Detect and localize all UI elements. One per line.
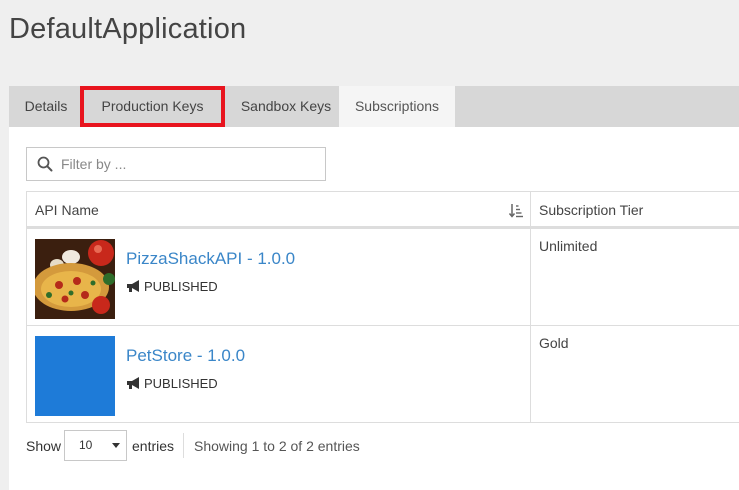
search-icon xyxy=(37,156,53,172)
divider xyxy=(183,433,184,458)
entries-label: entries xyxy=(132,438,175,454)
table-footer: Show 10 entries Showing 1 to 2 of 2 entr… xyxy=(26,430,726,462)
api-name-link[interactable]: PetStore - 1.0.0 xyxy=(126,346,245,366)
sort-icon[interactable] xyxy=(509,203,523,218)
status-label: PUBLISHED xyxy=(126,279,218,294)
table-info: Showing 1 to 2 of 2 entries xyxy=(194,438,360,454)
status-label: PUBLISHED xyxy=(126,376,218,391)
subscription-tier: Unlimited xyxy=(530,229,739,325)
tab-subscriptions[interactable]: Subscriptions xyxy=(339,86,455,127)
page-size-value: 10 xyxy=(79,438,93,452)
table-header: API Name Subscription Tier xyxy=(26,192,739,229)
status-text: PUBLISHED xyxy=(144,279,218,294)
megaphone-icon xyxy=(127,280,139,292)
search-box xyxy=(26,147,326,181)
show-label: Show xyxy=(26,438,62,454)
page-size-select[interactable]: 10 xyxy=(64,430,127,461)
subscriptions-panel: API Name Subscription Tier xyxy=(9,127,739,490)
megaphone-icon xyxy=(127,377,139,389)
table-row: PizzaShackAPI - 1.0.0 PUBLISHED Unlimite… xyxy=(26,229,739,326)
column-header-subscription-tier[interactable]: Subscription Tier xyxy=(530,192,739,229)
column-header-api-name[interactable]: API Name xyxy=(27,192,530,229)
tab-production-keys[interactable]: Production Keys xyxy=(80,86,225,127)
app-title: DefaultApplication xyxy=(9,13,247,45)
tab-bar: Details Production Keys Sandbox Keys Sub… xyxy=(9,86,739,127)
petstore-thumbnail[interactable] xyxy=(35,336,115,416)
status-text: PUBLISHED xyxy=(144,376,218,391)
subscriptions-table: API Name Subscription Tier PizzaShackAPI… xyxy=(26,191,739,423)
tab-details[interactable]: Details xyxy=(9,86,83,127)
pizza-thumbnail[interactable] xyxy=(35,239,115,319)
search-input[interactable] xyxy=(61,148,316,180)
api-name-link[interactable]: PizzaShackAPI - 1.0.0 xyxy=(126,249,295,269)
subscription-tier: Gold xyxy=(530,326,739,422)
chevron-down-icon xyxy=(112,443,120,448)
tab-sandbox-keys[interactable]: Sandbox Keys xyxy=(225,86,347,127)
table-row: PetStore - 1.0.0 PUBLISHED Gold xyxy=(26,326,739,423)
